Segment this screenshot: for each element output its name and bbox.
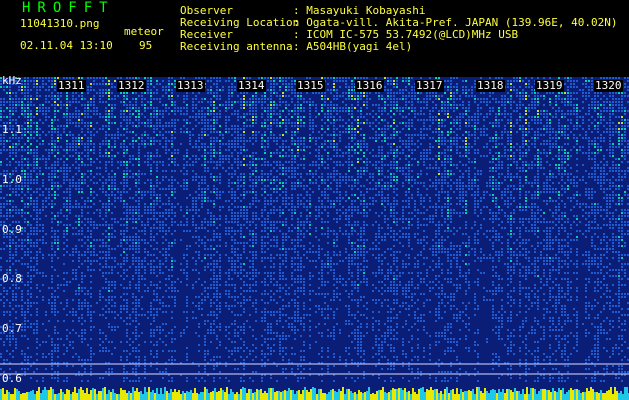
minute-label: 1314 [237,79,266,92]
spectrogram-panel [0,77,629,400]
brand-title: HROFFT [22,0,115,16]
freq-tick-label: 0.8 [2,272,22,285]
info-label-antenna: Receiving antenna [180,40,293,53]
meteor-label: meteor [124,25,164,38]
minute-label: 1320 [594,79,623,92]
minute-label: 1316 [355,79,384,92]
freq-tick-label: 1.1 [2,123,22,136]
filename: 11041310.png [20,17,100,30]
minute-label: 1311 [57,79,86,92]
minute-label: 1313 [176,79,205,92]
spectrogram-image [0,77,629,400]
minute-label: 1318 [476,79,505,92]
minute-label: 1317 [415,79,444,92]
minute-label: 1312 [117,79,146,92]
freq-tick-label: 0.7 [2,322,22,335]
datetime: 02.11.04 13:10 [20,39,113,52]
meteor-count: 95 [139,39,153,52]
minute-label: 1319 [535,79,564,92]
minute-label: 1315 [296,79,325,92]
unit-label: kHz [2,74,22,87]
freq-tick-label: 0.6 [2,372,22,385]
info-value-antenna: : A504HB(yagi 4el) [293,40,413,53]
freq-tick-label: 1.0 [2,173,22,186]
freq-tick-label: 0.9 [2,223,22,236]
